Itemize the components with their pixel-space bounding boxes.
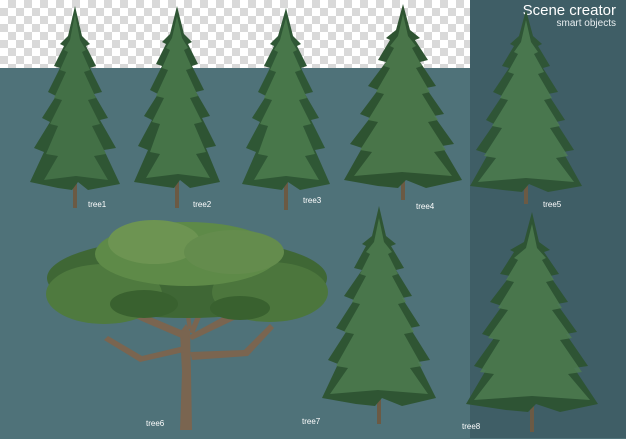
spruce-tree-icon <box>322 206 436 424</box>
tree-object-5[interactable] <box>468 10 584 209</box>
spruce-tree-icon <box>134 6 220 208</box>
spruce-tree-icon <box>344 4 462 200</box>
tree-object-6[interactable] <box>44 212 330 439</box>
tree-label-2: tree2 <box>193 200 212 209</box>
tree-object-3[interactable] <box>240 8 332 215</box>
spruce-tree-icon <box>242 8 330 210</box>
spruce-tree-icon <box>470 10 582 204</box>
umbrella-pine-icon <box>46 220 328 430</box>
tree-label-8: tree8 <box>462 422 481 431</box>
tree-label-1: tree1 <box>88 200 107 209</box>
tree-label-6: tree6 <box>146 419 165 428</box>
spruce-tree-icon <box>466 212 598 432</box>
tree-label-3: tree3 <box>303 196 322 205</box>
spruce-tree-icon <box>30 6 120 208</box>
tree-label-5: tree5 <box>543 200 562 209</box>
tree-label-7: tree7 <box>302 417 321 426</box>
tree-object-2[interactable] <box>132 6 222 213</box>
tree-object-4[interactable] <box>342 4 464 205</box>
tree-object-7[interactable] <box>320 206 438 429</box>
tree-object-8[interactable] <box>464 212 600 437</box>
tree-object-1[interactable] <box>28 6 122 213</box>
